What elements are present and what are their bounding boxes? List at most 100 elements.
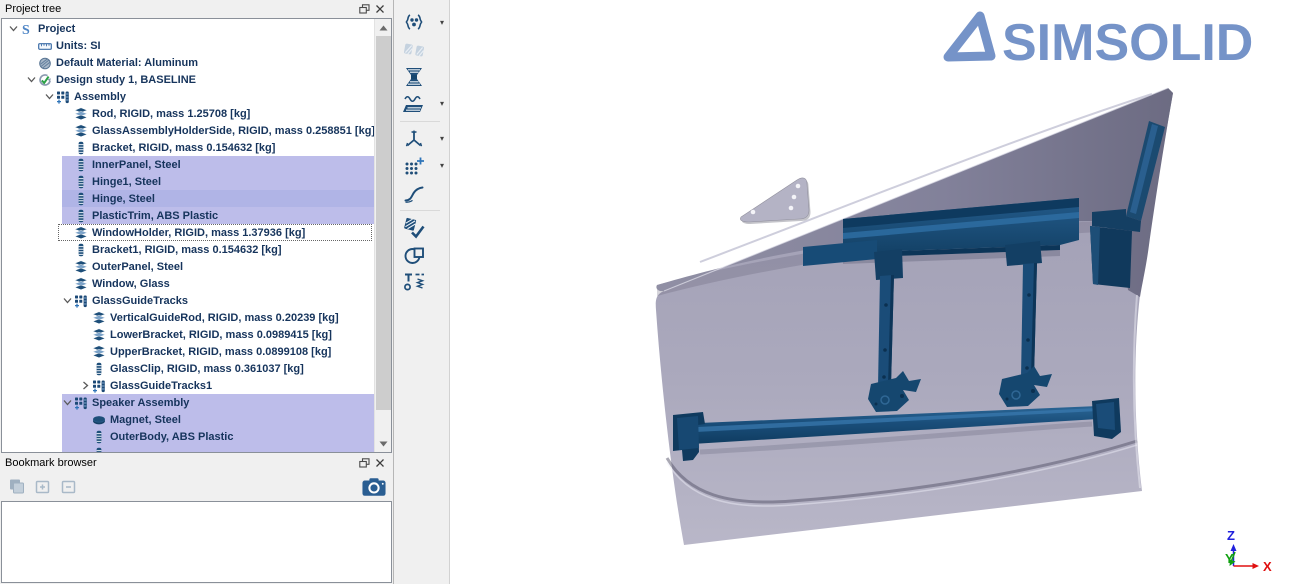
tree-item-label: VerticalGuideRod, RIGID, mass 0.20239 [k… [110, 312, 339, 324]
tree-item[interactable]: OuterBody, ABS Plastic [2, 428, 374, 445]
tree-item[interactable]: VerticalGuideRod, RIGID, mass 0.20239 [k… [2, 309, 374, 326]
tree-item[interactable]: SProject [2, 20, 374, 37]
svg-text:S: S [22, 23, 30, 36]
tree-item[interactable] [2, 445, 374, 452]
tree-item-label: PlasticTrim, ABS Plastic [92, 210, 218, 222]
expander-closed-icon[interactable] [78, 380, 92, 391]
model-viewport[interactable]: SIMSOLID Z Y X [450, 0, 1299, 584]
float-icon[interactable] [356, 2, 372, 16]
tree-item[interactable]: UpperBracket, RIGID, mass 0.0899108 [kg] [2, 343, 374, 360]
tree-item-label: Rod, RIGID, mass 1.25708 [kg] [92, 108, 250, 120]
bookmark-stack-button[interactable] [5, 476, 29, 498]
expander-slot [60, 278, 74, 289]
tree-item[interactable]: Default Material: Aluminum [2, 54, 374, 71]
scrollbar-thumb[interactable] [376, 36, 391, 410]
tree-item[interactable]: Design study 1, BASELINE [2, 71, 374, 88]
tree-item[interactable]: Hinge1, Steel [2, 173, 374, 190]
spot-connectors-icon [402, 11, 426, 35]
tree-item[interactable]: GlassGuideTracks [2, 292, 374, 309]
point-grid-add-button[interactable]: ▾ [400, 153, 448, 179]
part-cylinder-icon [92, 362, 107, 376]
connector-pair-button[interactable] [400, 37, 448, 63]
hinge-mounting-plate[interactable] [740, 178, 810, 224]
scroll-up-icon[interactable] [375, 19, 392, 36]
sliding-contact-button[interactable]: ▾ [400, 91, 448, 117]
tree-item[interactable]: InnerPanel, Steel [2, 156, 374, 173]
curve-tool-button[interactable] [400, 180, 448, 206]
tree-item[interactable]: LowerBracket, RIGID, mass 0.0989415 [kg] [2, 326, 374, 343]
dropdown-arrow-icon[interactable]: ▾ [440, 99, 444, 108]
tree-item-label: Bracket, RIGID, mass 0.154632 [kg] [92, 142, 275, 154]
expander-open-icon[interactable] [42, 91, 56, 102]
tree-item-label: Design study 1, BASELINE [56, 74, 196, 86]
dropdown-arrow-icon[interactable]: ▾ [440, 161, 444, 170]
tree-item[interactable]: Magnet, Steel [2, 411, 374, 428]
assembly-icon [74, 396, 89, 410]
tree-item[interactable]: Window, Glass [2, 275, 374, 292]
axis-x-label: X [1263, 559, 1272, 574]
expander-slot [78, 431, 92, 442]
rotate-copy-icon [402, 243, 426, 267]
tree-item[interactable]: WindowHolder, RIGID, mass 1.37936 [kg] [2, 224, 374, 241]
rotate-copy-button[interactable] [400, 242, 448, 268]
bookmark-remove-button[interactable] [57, 476, 81, 498]
tree-item[interactable]: GlassAssemblyHolderSide, RIGID, mass 0.2… [2, 122, 374, 139]
tree-item[interactable]: Assembly [2, 88, 374, 105]
expander-open-icon[interactable] [60, 295, 74, 306]
assembly-icon [92, 379, 107, 393]
tree-item[interactable]: GlassGuideTracks1 [2, 377, 374, 394]
review-connections-button[interactable] [400, 215, 448, 241]
close-icon[interactable] [372, 2, 388, 16]
tree-item[interactable]: Speaker Assembly [2, 394, 374, 411]
bookmark-browser-panel: Bookmark browser [0, 454, 394, 584]
project-tree-title: Project tree [5, 3, 356, 15]
expander-open-icon[interactable] [24, 74, 38, 85]
tree-item[interactable]: Bracket, RIGID, mass 0.154632 [kg] [2, 139, 374, 156]
design-study-check-icon [38, 73, 53, 87]
bookmark-add-button[interactable] [31, 476, 55, 498]
tree-item[interactable]: Bracket1, RIGID, mass 0.154632 [kg] [2, 241, 374, 258]
bookmark-list[interactable] [1, 501, 392, 583]
tree-item[interactable]: Hinge, Steel [2, 190, 374, 207]
tree-item[interactable]: GlassClip, RIGID, mass 0.361037 [kg] [2, 360, 374, 377]
hinge-joint-button[interactable]: ▾ [400, 126, 448, 152]
tree-item[interactable]: Rod, RIGID, mass 1.25708 [kg] [2, 105, 374, 122]
part-cylinder-icon [74, 158, 89, 172]
camera-button[interactable] [362, 476, 386, 498]
spot-connectors-button[interactable]: ▾ [400, 10, 448, 36]
expander-open-icon[interactable] [60, 397, 74, 408]
tree-item-label: Speaker Assembly [92, 397, 189, 409]
connector-pair-icon [402, 38, 426, 62]
expander-slot [60, 108, 74, 119]
expander-slot [78, 312, 92, 323]
tree-item[interactable]: OuterPanel, Steel [2, 258, 374, 275]
project-tree: SProjectUnits: SIDefault Material: Alumi… [1, 18, 392, 453]
tree-scrollbar[interactable] [374, 19, 391, 452]
tree-item-label: WindowHolder, RIGID, mass 1.37936 [kg] [92, 227, 305, 239]
rigid-layers-icon [74, 107, 89, 121]
expander-open-icon[interactable] [6, 23, 20, 34]
tree-item-label: OuterPanel, Steel [92, 261, 183, 273]
bonded-contact-button[interactable] [400, 64, 448, 90]
part-cylinder-icon [92, 447, 107, 453]
scroll-down-icon[interactable] [375, 435, 392, 452]
dropdown-arrow-icon[interactable]: ▾ [440, 18, 444, 27]
expander-slot [60, 244, 74, 255]
dropdown-arrow-icon[interactable]: ▾ [440, 134, 444, 143]
part-cylinder-icon [74, 243, 89, 257]
close-icon[interactable] [372, 456, 388, 470]
tree-item-label: Assembly [74, 91, 126, 103]
expander-slot [60, 227, 74, 238]
simsolid-logo: SIMSOLID [948, 14, 1253, 72]
bolt-spring-button[interactable] [400, 269, 448, 295]
float-icon[interactable] [356, 456, 372, 470]
expander-slot [78, 363, 92, 374]
rigid-layers-icon [74, 277, 89, 291]
door-inner-panel[interactable] [656, 88, 1173, 545]
tree-item-label: GlassClip, RIGID, mass 0.361037 [kg] [110, 363, 304, 375]
part-cylinder-icon [74, 141, 89, 155]
tree-item[interactable]: PlasticTrim, ABS Plastic [2, 207, 374, 224]
bookmark-add-icon [33, 477, 53, 497]
tree-item[interactable]: Units: SI [2, 37, 374, 54]
toolbar-separator [400, 121, 440, 122]
